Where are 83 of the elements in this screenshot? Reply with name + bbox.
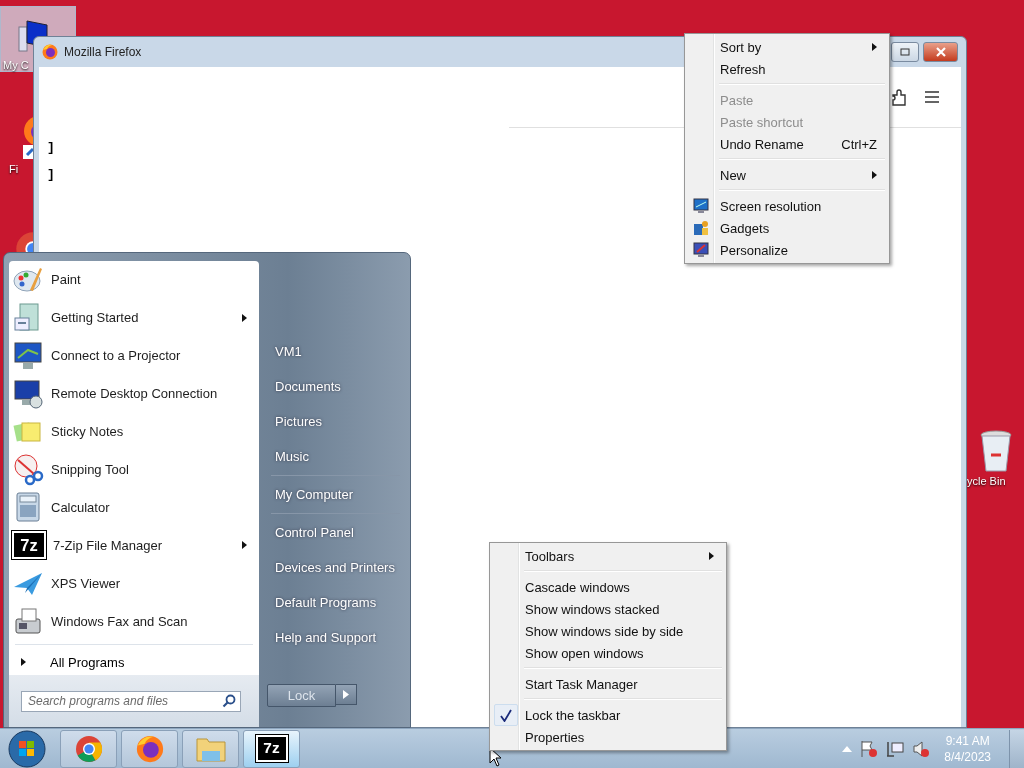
program-item[interactable]: Getting Started [9,298,259,337]
menu-item[interactable]: Toolbars [492,545,724,567]
clock-time: 9:41 AM [945,732,990,749]
program-label: 7-Zip File Manager [53,537,163,553]
menu-item[interactable]: Screen resolution [687,195,887,217]
start-menu-link[interactable]: VM1 [267,334,400,369]
taskbar-button[interactable] [60,729,117,768]
maximize-button[interactable] [891,42,919,62]
menu-item[interactable]: Show windows stacked [492,598,724,620]
network-icon[interactable] [886,739,905,758]
arrow-icon [21,658,26,667]
scissors-icon [12,453,44,486]
menu-item[interactable]: Show windows side by side [492,620,724,642]
7z-logo-icon: 7z [255,735,288,762]
start-menu-link[interactable]: Control Panel [267,515,400,550]
start-menu-link[interactable]: Pictures [267,404,400,439]
monitor-icon [693,242,709,258]
close-button[interactable] [923,42,958,62]
taskbar-button[interactable] [121,729,178,768]
program-label: Getting Started [51,310,139,326]
desktop-icon-label[interactable]: ycle Bin [967,475,1006,487]
restore-icon [900,48,910,56]
menu-item[interactable]: Show open windows [492,642,724,664]
page-text: ] [47,167,55,182]
checkmark-icon [500,708,512,722]
menu-item[interactable]: Lock the taskbar [492,704,724,726]
firefox-icon [135,734,164,763]
speaker-muted-icon[interactable] [912,739,931,758]
program-label: Connect to a Projector [51,348,181,364]
all-programs-label: All Programs [50,654,125,670]
page-text: ] [47,140,55,155]
menu-item[interactable]: Refresh [687,58,887,80]
program-label: Windows Fax and Scan [51,613,188,629]
start-menu-link[interactable]: Devices and Printers [267,550,400,585]
menu-icon[interactable] [925,91,939,103]
menu-item[interactable]: Sort by [687,36,887,58]
start-menu-link[interactable]: Default Programs [267,585,400,620]
menu-item[interactable]: Gadgets [687,217,887,239]
program-item[interactable]: Remote Desktop Connection [9,374,259,413]
flag-error-icon[interactable] [860,739,879,758]
start-orb-icon[interactable] [8,729,46,768]
program-label: Snipping Tool [51,462,129,478]
arrow-icon [343,690,349,699]
program-item[interactable]: XPS Viewer [9,564,259,603]
start-menu-link[interactable]: Music [267,439,400,474]
monitor-icon [12,377,44,410]
menu-item[interactable]: Personalize [687,239,887,261]
menu-item[interactable]: Properties [492,726,724,748]
program-label: Remote Desktop Connection [51,386,218,402]
program-label: Paint [51,272,81,288]
start-menu-link[interactable]: Help and Support [267,620,400,655]
window-title: Mozilla Firefox [64,45,142,59]
taskbar-button[interactable]: 7z [243,729,300,768]
monitor-icon [12,339,44,372]
close-icon [935,47,946,57]
search-icon [222,694,236,709]
program-item[interactable]: Paint [9,261,259,299]
gadgets-icon [693,220,709,236]
program-item[interactable]: Sticky Notes [9,412,259,451]
menu-item[interactable]: New [687,164,887,186]
start-menu-link[interactable]: Documents [267,369,400,404]
recycle-bin-icon [979,429,1013,473]
start-menu-link[interactable]: My Computer [267,477,400,512]
search-field[interactable]: Search programs and files [21,690,241,712]
menu-item[interactable]: Start Task Manager [492,673,724,695]
program-label: Sticky Notes [51,424,124,440]
clock-date: 8/4/2023 [944,748,991,765]
monitor-icon [693,198,709,214]
menu-item[interactable]: Cascade windows [492,576,724,598]
options-arrow-button[interactable] [336,684,357,705]
program-item[interactable]: Connect to a Projector [9,336,259,375]
program-label: XPS Viewer [51,575,121,591]
menu-item[interactable]: Undo Rename Ctrl+Z [687,133,887,155]
program-label: Calculator [51,500,110,515]
program-item[interactable]: Windows Fax and Scan [9,602,259,641]
program-item[interactable]: 7z 7-Zip File Manager [9,526,259,565]
7z-logo-icon: 7z [12,531,46,560]
program-item[interactable]: Snipping Tool [9,450,259,489]
firefox-icon [42,44,58,60]
chrome-icon [74,734,103,763]
program-item[interactable]: Calculator [9,488,259,527]
puzzle-icon[interactable] [891,88,907,106]
desktop-icon-label[interactable]: Fi [9,163,19,175]
